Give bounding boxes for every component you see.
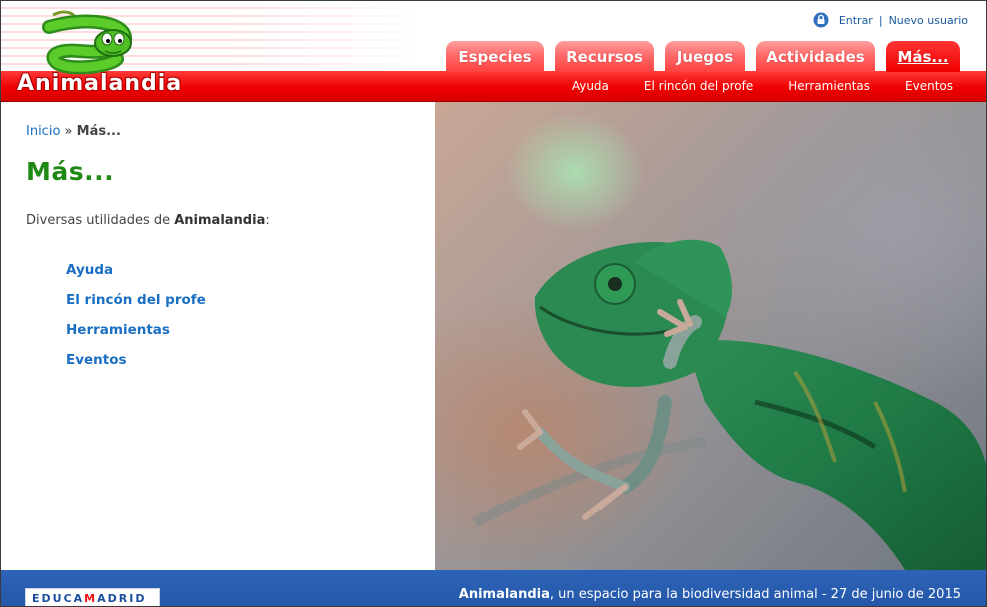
breadcrumb-current: Más...: [76, 124, 121, 139]
subnav-item-ayuda[interactable]: Ayuda: [572, 79, 609, 93]
tab-juegos[interactable]: Juegos: [665, 41, 745, 72]
breadcrumb-home-link[interactable]: Inicio: [26, 124, 60, 139]
educamadrid-logo-part-1: EDUCA: [32, 592, 85, 605]
tab-especies[interactable]: Especies: [446, 41, 544, 72]
site-header: Animalandia Entrar | Nuevo usuario Espec…: [1, 1, 986, 102]
tab-actividades[interactable]: Actividades: [756, 41, 875, 72]
footer-site-name: Animalandia: [458, 587, 550, 602]
intro-text: Diversas utilidades de Animalandia:: [26, 213, 270, 228]
lock-icon: [813, 12, 829, 28]
list-item-herramientas[interactable]: Herramientas: [66, 322, 206, 352]
site-footer: EDUCAMADRID Animalandia, un espacio para…: [1, 570, 986, 606]
tab-mas[interactable]: Más...: [886, 41, 960, 72]
login-link[interactable]: Entrar: [839, 14, 873, 27]
subnav-item-herramientas[interactable]: Herramientas: [788, 79, 870, 93]
footer-tagline: , un espacio para la biodiversidad anima…: [549, 587, 961, 602]
page-title: Más...: [26, 157, 115, 186]
page-frame: Animalandia Entrar | Nuevo usuario Espec…: [0, 0, 987, 607]
subnav-item-eventos[interactable]: Eventos: [905, 79, 953, 93]
user-links: Entrar | Nuevo usuario: [813, 12, 968, 28]
intro-site-name: Animalandia: [174, 213, 266, 228]
educamadrid-logo[interactable]: EDUCAMADRID: [25, 588, 160, 606]
intro-prefix: Diversas utilidades de: [26, 213, 175, 228]
list-item-ayuda[interactable]: Ayuda: [66, 262, 206, 292]
educamadrid-logo-part-3: ADRID: [97, 592, 147, 605]
utilities-list: Ayuda El rincón del profe Herramientas E…: [66, 262, 206, 382]
main-tabs: Especies Recursos Juegos Actividades Más…: [446, 41, 971, 72]
educamadrid-logo-part-2: M: [84, 592, 98, 605]
sub-navigation: Ayuda El rincón del profe Herramientas E…: [537, 79, 953, 93]
register-link[interactable]: Nuevo usuario: [889, 14, 968, 27]
content-area: Inicio » Más... Más... Diversas utilidad…: [1, 102, 435, 570]
logo-text[interactable]: Animalandia: [17, 71, 182, 96]
subnav-item-rincon-profe[interactable]: El rincón del profe: [644, 79, 753, 93]
intro-suffix: :: [265, 213, 270, 228]
chameleon-photo: [435, 102, 986, 570]
list-item-rincon-profe[interactable]: El rincón del profe: [66, 292, 206, 322]
tab-recursos[interactable]: Recursos: [555, 41, 654, 72]
breadcrumb-separator: »: [64, 124, 73, 139]
chameleon-illustration: [472, 239, 986, 570]
footer-text: Animalandia, un espacio para la biodiver…: [459, 587, 961, 602]
user-links-separator: |: [878, 13, 883, 27]
breadcrumb: Inicio » Más...: [26, 124, 121, 139]
list-item-eventos[interactable]: Eventos: [66, 352, 206, 382]
